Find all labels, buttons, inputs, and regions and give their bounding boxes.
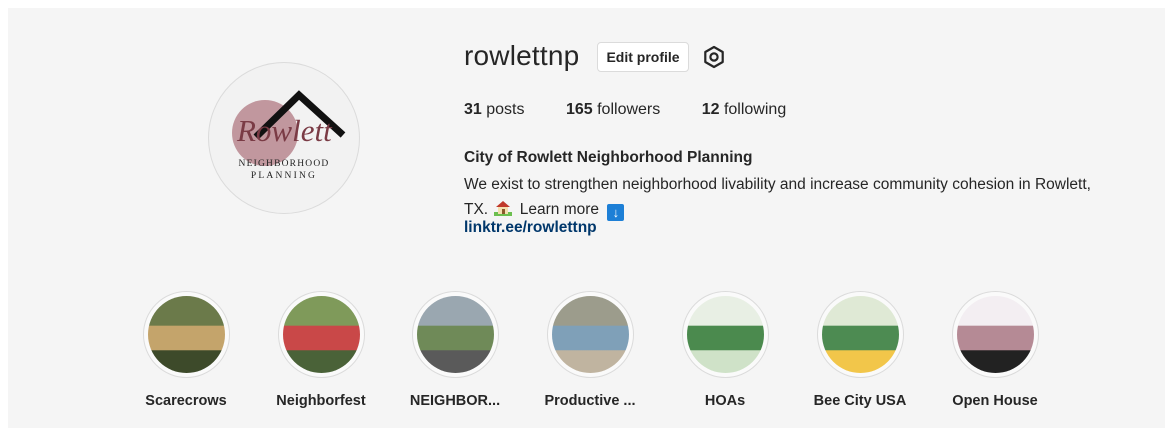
highlight-label: Neighborfest xyxy=(276,393,366,409)
highlight-neighborfest[interactable]: Neighborfest xyxy=(266,291,376,409)
highlight-ring xyxy=(277,291,365,378)
highlight-hoas[interactable]: HOAs xyxy=(670,291,780,409)
edit-profile-button[interactable]: Edit profile xyxy=(597,42,689,72)
down-arrow-emoji-icon: ↓ xyxy=(607,204,625,221)
highlight-label: Bee City USA xyxy=(813,393,907,409)
stat-posts[interactable]: 31 posts xyxy=(464,101,525,118)
stat-followers[interactable]: 165 followers xyxy=(566,101,660,118)
highlight-label: Open House xyxy=(952,393,1038,409)
highlight-ring xyxy=(681,291,769,378)
followers-count: 165 xyxy=(565,101,593,118)
bio-text-part2: Learn more xyxy=(519,201,600,218)
bio-website-link[interactable]: linktr.ee/rowlettnp xyxy=(464,219,597,237)
highlight-label: HOAs xyxy=(704,393,746,409)
avatar-logo-line1: NEIGHBORHOOD xyxy=(238,159,330,169)
highlight-scarecrows[interactable]: Scarecrows xyxy=(131,291,241,409)
highlight-ring xyxy=(546,291,634,378)
highlight-ring xyxy=(142,291,230,378)
profile-stats: 31 posts 165 followers 12 following xyxy=(464,101,823,119)
avatar-logo-line2: PLANNING xyxy=(250,171,318,181)
highlight-label: Scarecrows xyxy=(145,393,227,409)
followers-label: followers xyxy=(597,101,661,118)
highlight-thumbnail xyxy=(956,296,1034,373)
highlight-thumbnail xyxy=(416,296,494,373)
highlight-label: Productive ... xyxy=(544,393,636,409)
highlight-label: NEIGHBOR... xyxy=(409,393,501,409)
highlight-thumbnail xyxy=(282,296,360,373)
gear-icon[interactable] xyxy=(702,45,726,69)
highlight-open-house[interactable]: Open House xyxy=(940,291,1050,409)
highlight-thumbnail xyxy=(686,296,764,373)
profile-avatar[interactable]: Rowlett NEIGHBORHOOD PLANNING xyxy=(208,62,360,214)
bio-text: We exist to strengthen neighborhood liva… xyxy=(464,172,1104,222)
highlight-thumbnail xyxy=(147,296,225,373)
highlight-thumbnail xyxy=(821,296,899,373)
following-count: 12 xyxy=(701,101,720,118)
following-label: following xyxy=(723,101,787,118)
highlight-thumbnail xyxy=(551,296,629,373)
highlight-bee-city-usa[interactable]: Bee City USA xyxy=(805,291,915,409)
highlight-ring xyxy=(816,291,904,378)
highlight-ring xyxy=(411,291,499,378)
highlight-productive[interactable]: Productive ... xyxy=(535,291,645,409)
highlight-ring xyxy=(951,291,1039,378)
posts-count: 31 xyxy=(464,101,482,118)
house-with-garden-emoji-icon xyxy=(494,199,513,216)
highlight-neighbor[interactable]: NEIGHBOR... xyxy=(400,291,510,409)
bio-full-name: City of Rowlett Neighborhood Planning xyxy=(464,149,753,166)
posts-label: posts xyxy=(486,101,525,118)
avatar-logo-script: Rowlett xyxy=(237,113,332,148)
stat-following[interactable]: 12 following xyxy=(702,101,787,118)
profile-username: rowlettnp xyxy=(464,40,580,71)
